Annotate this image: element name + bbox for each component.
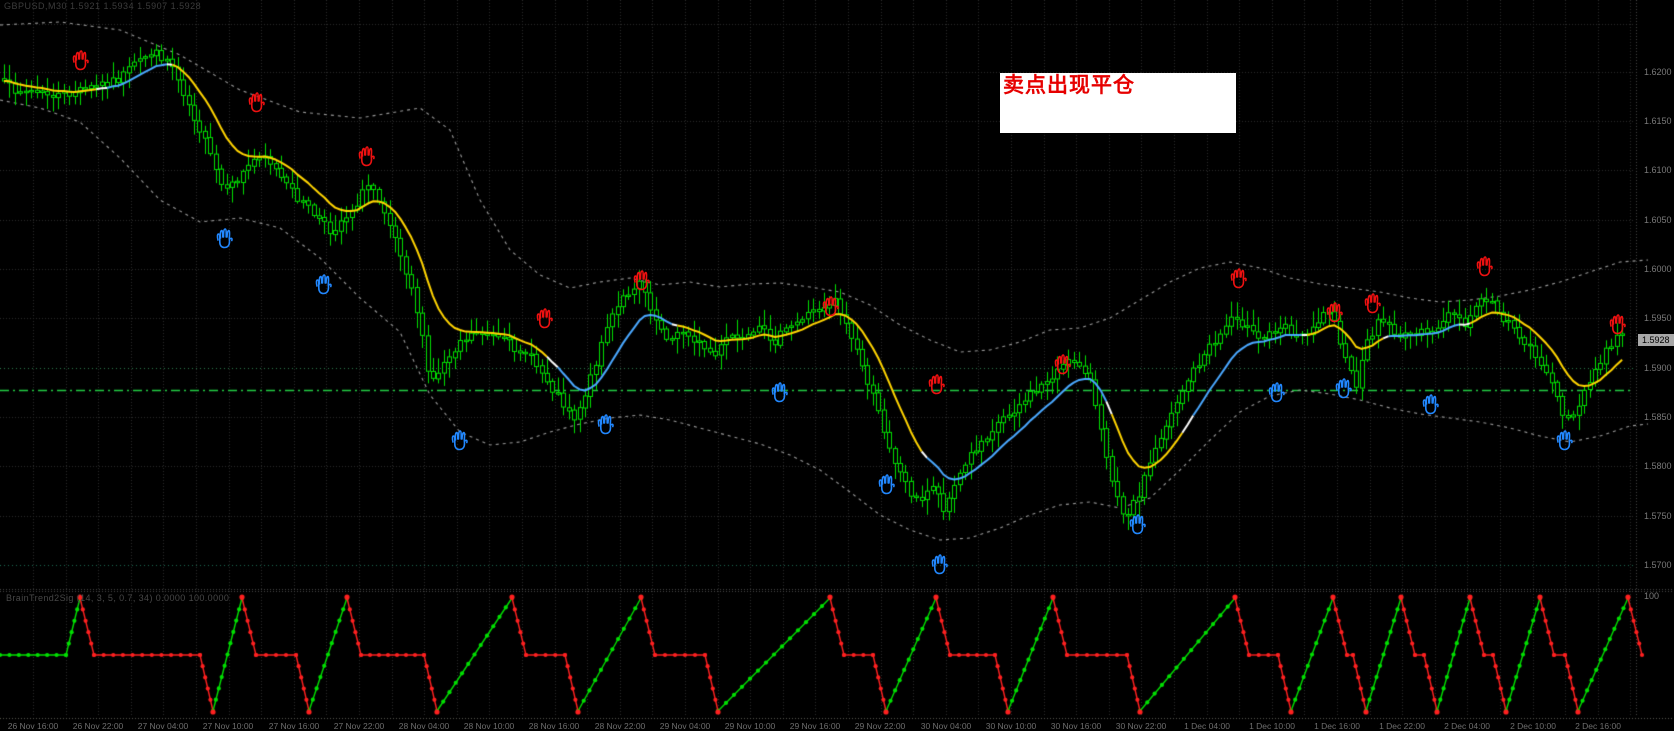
time-label: 29 Nov 16:00: [789, 721, 841, 731]
buy-hand-icon: [1129, 514, 1146, 535]
sell-hand-icon: [1054, 354, 1071, 375]
time-label: 30 Nov 16:00: [1050, 721, 1102, 731]
buy-hand-icon: [1556, 430, 1573, 451]
price-label: 1.5850: [1644, 412, 1672, 422]
time-label: 2 Dec 10:00: [1510, 721, 1556, 731]
buy-hand-icon: [315, 274, 332, 295]
sell-hand-icon: [633, 270, 650, 291]
time-label: 27 Nov 10:00: [202, 721, 254, 731]
price-label: 1.6000: [1644, 264, 1672, 274]
annotation-note-box[interactable]: 卖点出现平仓: [1000, 73, 1236, 133]
sell-hand-icon: [928, 374, 945, 395]
price-label: 1.5900: [1644, 363, 1672, 373]
price-label: 1.6150: [1644, 116, 1672, 126]
price-label: 1.6200: [1644, 67, 1672, 77]
price-label: 1.6050: [1644, 215, 1672, 225]
time-label: 1 Dec 22:00: [1379, 721, 1425, 731]
sell-hand-icon: [1476, 256, 1493, 277]
annotation-note-text: 卖点出现平仓: [1003, 74, 1135, 97]
price-label: 1.5700: [1644, 560, 1672, 570]
buy-hand-icon: [1335, 378, 1352, 399]
sell-hand-icon: [72, 50, 89, 71]
price-label: 1.5750: [1644, 511, 1672, 521]
time-label: 26 Nov 22:00: [72, 721, 124, 731]
time-label: 30 Nov 10:00: [985, 721, 1037, 731]
time-label: 2 Dec 16:00: [1575, 721, 1621, 731]
time-label: 28 Nov 10:00: [463, 721, 515, 731]
time-label: 29 Nov 04:00: [659, 721, 711, 731]
price-label: 1.5800: [1644, 461, 1672, 471]
time-label: 28 Nov 16:00: [528, 721, 580, 731]
time-label: 1 Dec 04:00: [1184, 721, 1230, 731]
sell-hand-icon: [822, 296, 839, 317]
time-label: 28 Nov 22:00: [594, 721, 646, 731]
time-label: 30 Nov 22:00: [1115, 721, 1167, 731]
buy-hand-icon: [1422, 394, 1439, 415]
buy-hand-icon: [216, 228, 233, 249]
time-label: 28 Nov 04:00: [398, 721, 450, 731]
buy-hand-icon: [451, 430, 468, 451]
buy-hand-icon: [597, 414, 614, 435]
time-label: 27 Nov 04:00: [137, 721, 189, 731]
time-label: 29 Nov 10:00: [724, 721, 776, 731]
time-label: 26 Nov 16:00: [7, 721, 59, 731]
time-label: 30 Nov 04:00: [920, 721, 972, 731]
buy-hand-icon: [878, 474, 895, 495]
time-label: 27 Nov 16:00: [268, 721, 320, 731]
sell-hand-icon: [1609, 314, 1626, 335]
price-label: 1.5950: [1644, 313, 1672, 323]
buy-hand-icon: [1268, 382, 1285, 403]
buy-hand-icon: [931, 554, 948, 575]
trading-platform-window: GBPUSD,M30 1.5921 1.5934 1.5907 1.5928 B…: [0, 0, 1674, 731]
time-label: 2 Dec 04:00: [1444, 721, 1490, 731]
sell-hand-icon: [1230, 268, 1247, 289]
time-label: 27 Nov 22:00: [333, 721, 385, 731]
current-price-tag: 1.5928: [1638, 334, 1674, 346]
time-label: 1 Dec 16:00: [1314, 721, 1360, 731]
time-label: 29 Nov 22:00: [854, 721, 906, 731]
time-label: 1 Dec 10:00: [1249, 721, 1295, 731]
sell-hand-icon: [248, 92, 265, 113]
sell-hand-icon: [1364, 293, 1381, 314]
sell-hand-icon: [536, 308, 553, 329]
indicator-level-label: 100: [1644, 591, 1660, 601]
buy-hand-icon: [771, 382, 788, 403]
sell-hand-icon: [1326, 302, 1343, 323]
price-label: 1.6100: [1644, 165, 1672, 175]
sell-hand-icon: [358, 146, 375, 167]
